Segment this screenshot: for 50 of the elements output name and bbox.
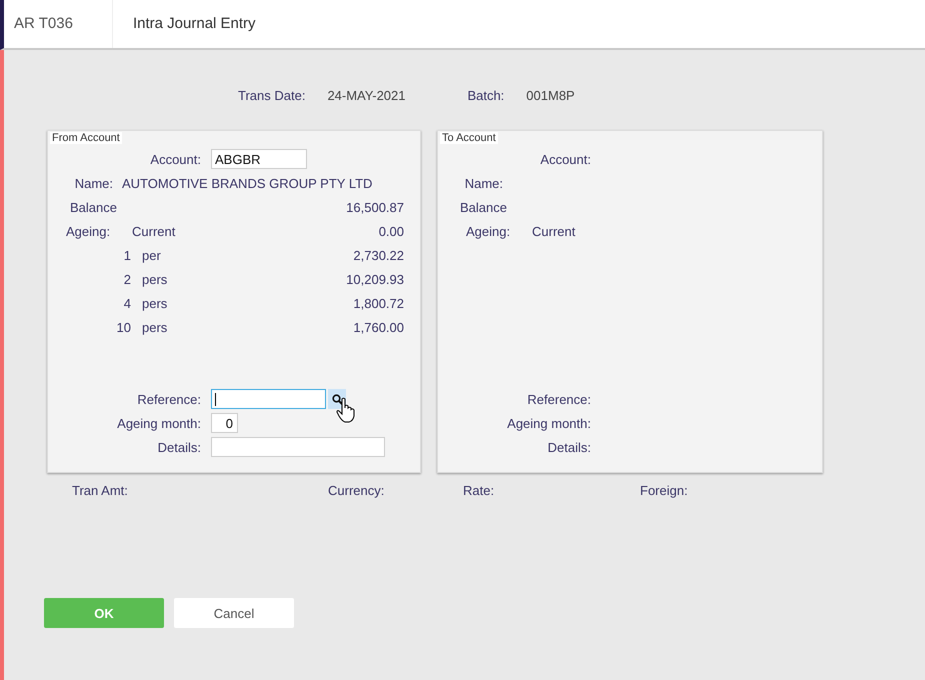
ageing-month-label: Ageing month: <box>506 416 591 430</box>
name-value: AUTOMOTIVE BRANDS GROUP PTY LTD <box>122 176 372 190</box>
panel-legend: From Account <box>50 132 122 144</box>
batch-label: Batch: <box>467 88 504 105</box>
balance-amount: 16,500.87 <box>346 200 404 214</box>
screen-code: AR T036 <box>4 0 113 48</box>
currency-label: Currency: <box>328 483 386 498</box>
reference-label: Reference: <box>136 392 201 406</box>
period-unit: pers <box>142 320 168 334</box>
period-amount: 1,760.00 <box>353 320 404 334</box>
details-label: Details: <box>156 440 201 454</box>
rate-label: Rate: <box>463 483 496 498</box>
current-amount: 0.00 <box>378 224 404 238</box>
account-field[interactable]: ABGBR <box>211 149 307 169</box>
period-count: 10 <box>116 320 131 334</box>
period-count: 4 <box>122 296 131 310</box>
account-label: Account: <box>149 152 201 166</box>
period-unit: pers <box>142 296 168 310</box>
name-label: Name: <box>74 176 113 190</box>
ageing-month-field[interactable]: 0 <box>211 413 238 433</box>
details-field[interactable] <box>211 437 385 457</box>
tran-amt-label: Tran Amt: <box>72 483 129 498</box>
ageing-month-label: Ageing month: <box>116 416 201 430</box>
period-amount: 2,730.22 <box>353 248 404 262</box>
current-label: Current <box>532 224 576 238</box>
batch-value: 001M8P <box>526 88 575 105</box>
window-title: Intra Journal Entry <box>132 14 256 34</box>
period-amount: 1,800.72 <box>353 296 404 310</box>
balance-label: Balance <box>70 200 118 214</box>
account-label: Account: <box>539 152 591 166</box>
details-label: Details: <box>546 440 591 454</box>
trans-date-value: 24-MAY-2021 <box>327 88 406 105</box>
foreign-label: Foreign: <box>640 483 688 498</box>
reference-field[interactable] <box>211 389 326 409</box>
period-amount: 10,209.93 <box>346 272 404 286</box>
current-label: Current <box>132 224 176 238</box>
ageing-label: Ageing: <box>66 224 112 238</box>
period-count: 1 <box>122 248 131 262</box>
cancel-button[interactable]: Cancel <box>174 598 294 628</box>
panel-legend: To Account <box>440 132 498 144</box>
period-unit: pers <box>142 272 168 286</box>
name-label: Name: <box>464 176 503 190</box>
search-icon <box>332 394 342 404</box>
trans-date-label: Trans Date: <box>238 88 306 105</box>
balance-label: Balance <box>460 200 508 214</box>
hand-cursor-icon <box>336 397 356 423</box>
ageing-label: Ageing: <box>466 224 512 238</box>
period-count: 2 <box>122 272 131 286</box>
period-unit: per <box>142 248 161 262</box>
reference-label: Reference: <box>526 392 591 406</box>
